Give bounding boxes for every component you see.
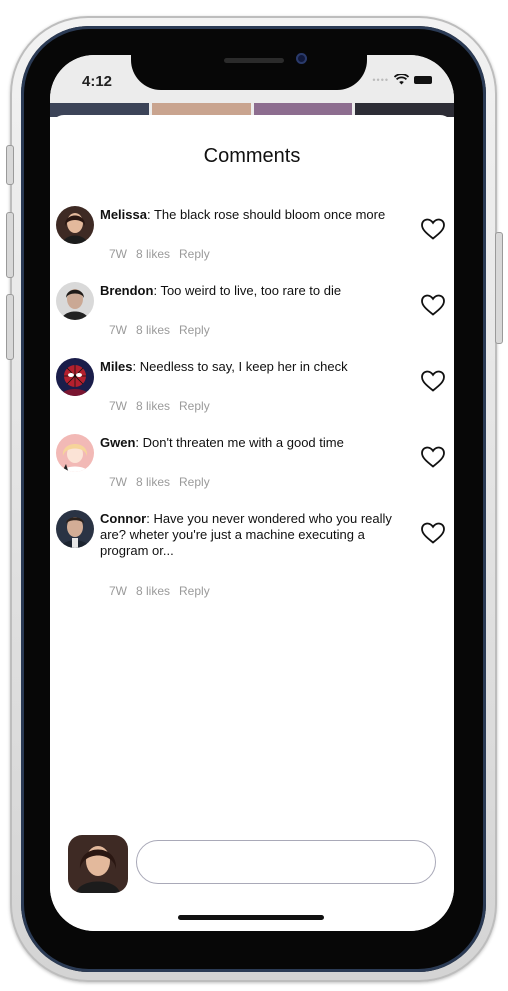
- comment-body: : Needless to say, I keep her in check: [132, 359, 348, 374]
- comment-meta: 7W 8 likes Reply: [109, 399, 210, 413]
- comment-meta: 7W 8 likes Reply: [109, 247, 210, 261]
- comment-text: Brendon: Too weird to live, too rare to …: [100, 283, 410, 299]
- sheet-title: Comments: [203, 145, 301, 167]
- comment-author[interactable]: Melissa: [100, 207, 147, 222]
- comment-meta: 7W 8 likes Reply: [109, 323, 210, 337]
- avatar[interactable]: [56, 510, 94, 548]
- cellular-dots-icon: ••••: [372, 74, 389, 85]
- comment-age: 7W: [109, 323, 127, 337]
- heart-icon[interactable]: [420, 293, 446, 317]
- comment-body: : The black rose should bloom once more: [146, 207, 386, 222]
- comment-author[interactable]: Miles: [100, 359, 133, 374]
- comment-age: 7W: [109, 475, 127, 489]
- front-camera: [296, 53, 307, 64]
- avatar[interactable]: [56, 358, 94, 396]
- comment-age: 7W: [109, 399, 127, 413]
- comments-sheet: Comments Melissa: The black rose should …: [50, 115, 454, 931]
- comment-body: : Too weird to live, too rare to die: [153, 283, 342, 298]
- home-indicator[interactable]: [178, 915, 324, 920]
- comment-body: : Don't threaten me with a good time: [135, 435, 344, 450]
- wifi-icon: [394, 74, 409, 85]
- reply-button[interactable]: Reply: [179, 247, 210, 261]
- heart-icon[interactable]: [420, 445, 446, 469]
- composer-avatar: [68, 835, 128, 893]
- comment-meta: 7W 8 likes Reply: [109, 475, 210, 489]
- heart-icon[interactable]: [420, 521, 446, 545]
- power-button: [495, 232, 503, 344]
- comment-author[interactable]: Brendon: [100, 283, 153, 298]
- comment-text: Connor: Have you never wondered who you …: [100, 511, 410, 559]
- reply-button[interactable]: Reply: [179, 584, 210, 598]
- comment-age: 7W: [109, 247, 127, 261]
- comment-likes[interactable]: 8 likes: [136, 247, 170, 261]
- reply-button[interactable]: Reply: [179, 475, 210, 489]
- volume-down-button: [6, 294, 14, 360]
- phone-screen: 4:12 •••• Comments Melissa: The black ro…: [50, 55, 454, 931]
- heart-icon[interactable]: [420, 369, 446, 393]
- comment-likes[interactable]: 8 likes: [136, 475, 170, 489]
- volume-up-button: [6, 212, 14, 278]
- battery-icon: [414, 75, 432, 84]
- reply-button[interactable]: Reply: [179, 399, 210, 413]
- earpiece-speaker: [224, 58, 284, 63]
- heart-icon[interactable]: [420, 217, 446, 241]
- avatar[interactable]: [56, 206, 94, 244]
- avatar[interactable]: [56, 434, 94, 472]
- comment-text: Melissa: The black rose should bloom onc…: [100, 207, 410, 223]
- comment-age: 7W: [109, 584, 127, 598]
- reply-button[interactable]: Reply: [179, 323, 210, 337]
- notch: [131, 36, 367, 90]
- comment-likes[interactable]: 8 likes: [136, 323, 170, 337]
- status-icons: ••••: [372, 74, 432, 85]
- comment-input[interactable]: [136, 840, 436, 884]
- comment-meta: 7W 8 likes Reply: [109, 584, 210, 598]
- comment-author[interactable]: Connor: [100, 511, 146, 526]
- comment-author[interactable]: Gwen: [100, 435, 135, 450]
- mute-switch: [6, 145, 14, 185]
- comment-text: Miles: Needless to say, I keep her in ch…: [100, 359, 410, 375]
- avatar[interactable]: [56, 282, 94, 320]
- comment-likes[interactable]: 8 likes: [136, 399, 170, 413]
- comment-text: Gwen: Don't threaten me with a good time: [100, 435, 410, 451]
- comment-likes[interactable]: 8 likes: [136, 584, 170, 598]
- status-time: 4:12: [82, 73, 113, 90]
